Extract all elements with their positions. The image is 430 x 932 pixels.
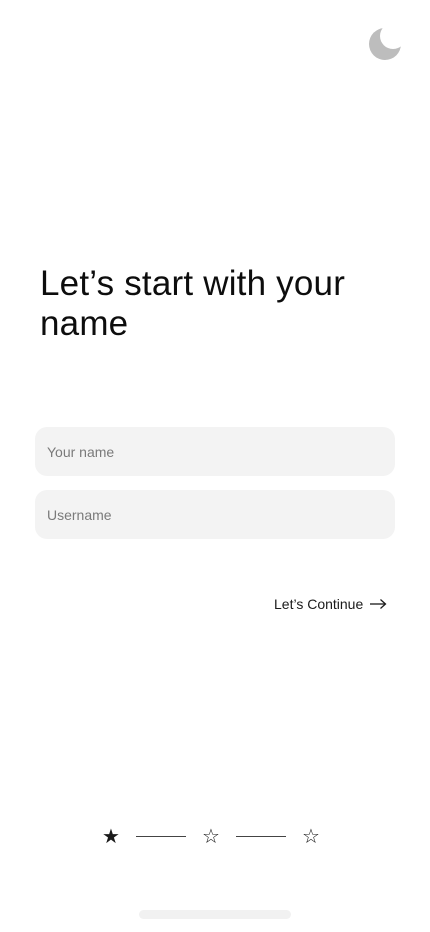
continue-button[interactable]: Let’s Continue: [274, 592, 387, 616]
theme-toggle-button[interactable]: [366, 24, 406, 64]
moon-icon: [369, 28, 401, 60]
step-2-star-outline-icon: ☆: [202, 824, 220, 848]
step-3-star-outline-icon: ☆: [302, 824, 320, 848]
page-title: Let’s start with your name: [40, 264, 346, 343]
name-input[interactable]: [35, 427, 395, 476]
step-connector: [236, 835, 286, 837]
arrow-right-icon: [369, 598, 387, 610]
username-input[interactable]: [35, 490, 395, 539]
step-connector: [136, 835, 186, 837]
continue-label: Let’s Continue: [274, 596, 364, 612]
step-1-star-filled-icon: ★: [102, 824, 120, 848]
step-progress-indicator: ★ ☆ ☆: [100, 824, 322, 848]
home-indicator: [139, 910, 291, 919]
